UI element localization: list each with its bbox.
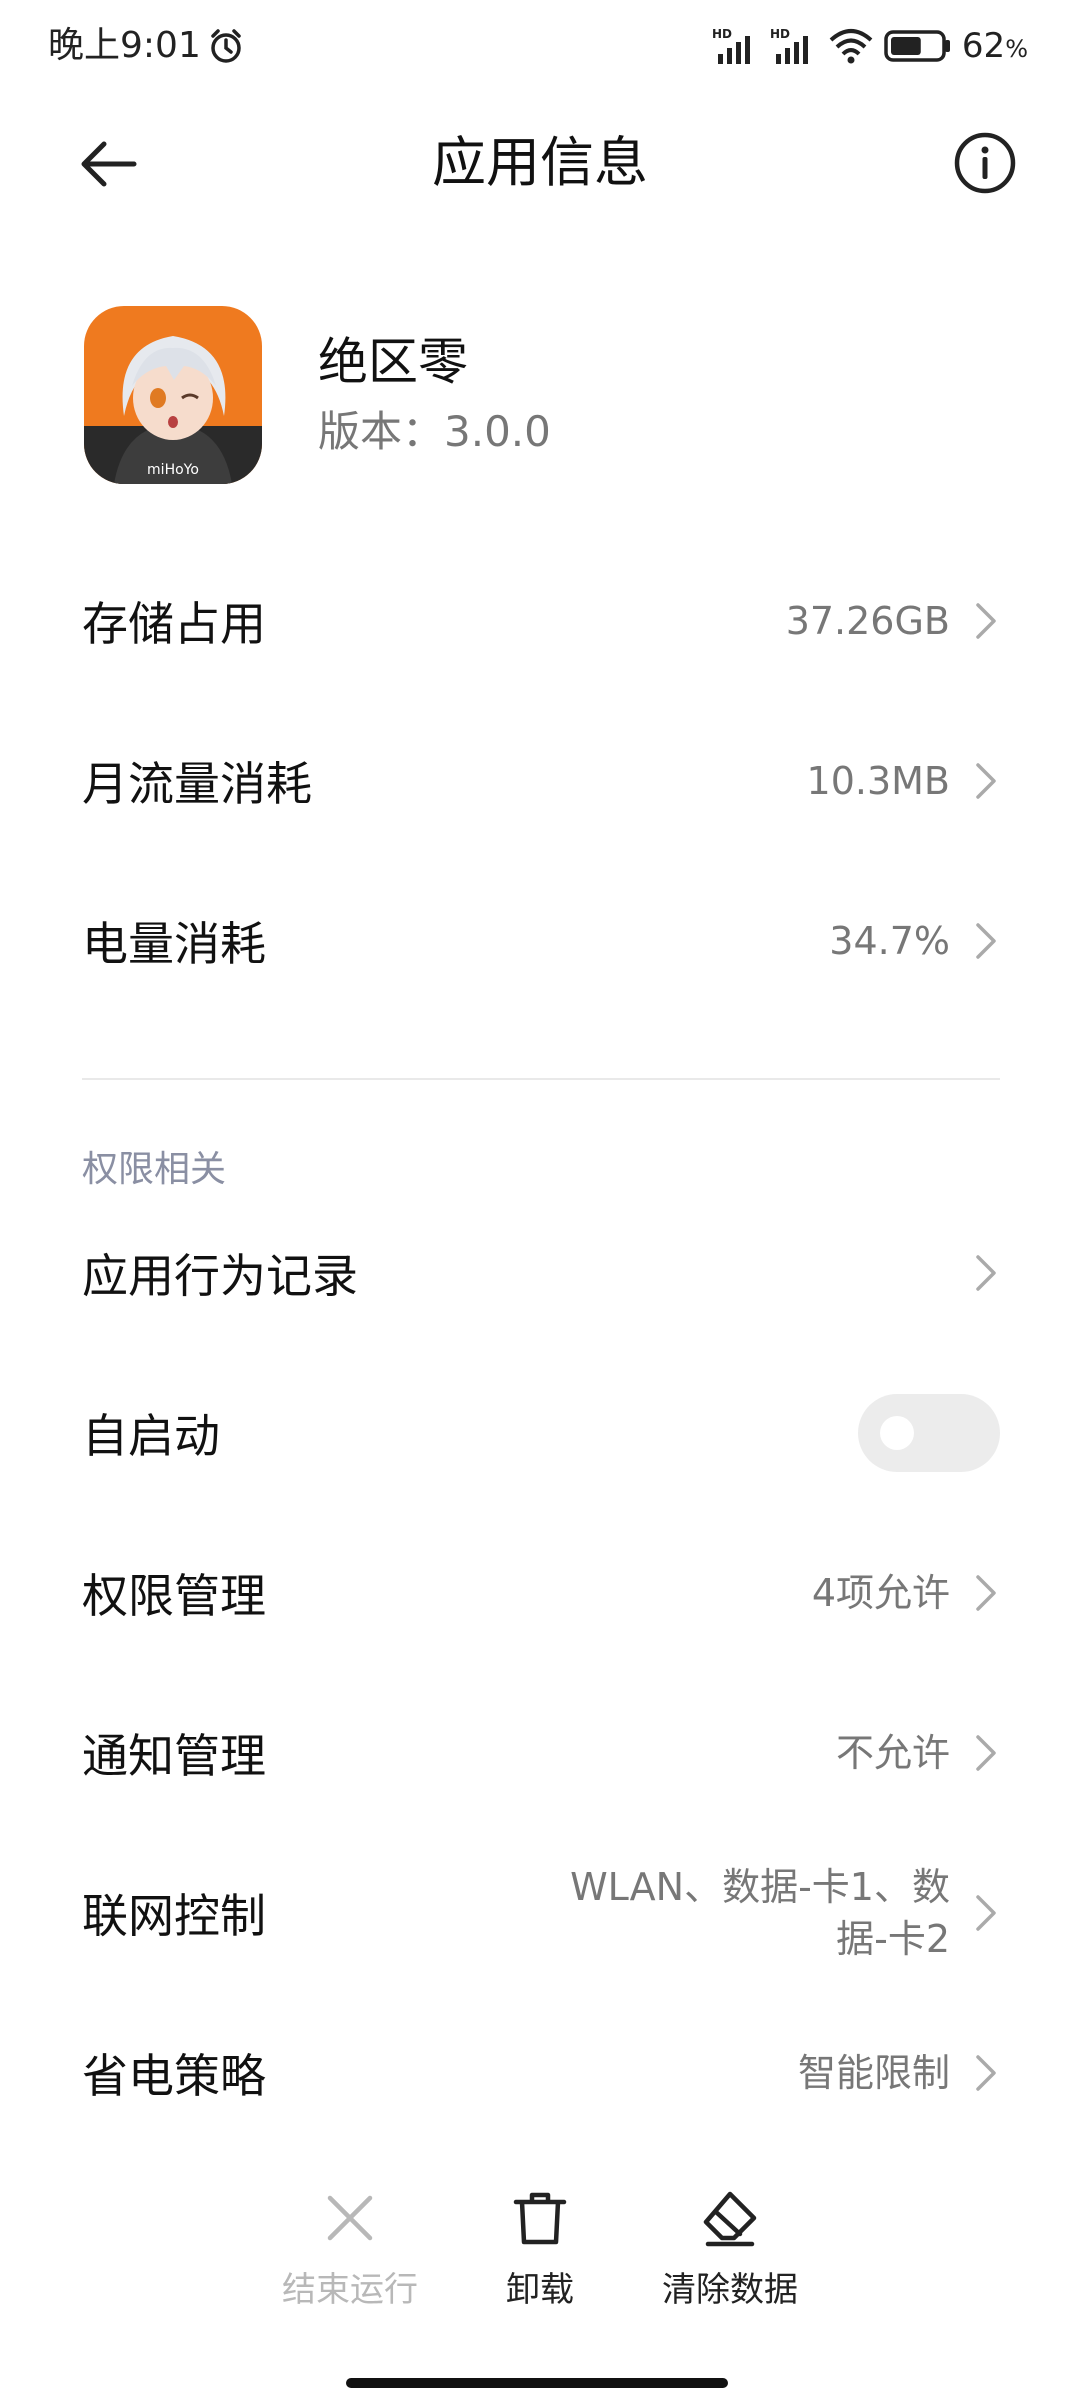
row-value: WLAN、数据-卡1、数 据-卡2 <box>570 1861 950 1965</box>
app-icon-brand: miHoYo <box>147 462 199 478</box>
row-network-control[interactable]: 联网控制 WLAN、数据-卡1、数 据-卡2 <box>0 1838 1080 1988</box>
info-icon[interactable] <box>952 130 1018 196</box>
status-bar-indicators: HD HD 62% <box>712 22 1028 70</box>
row-notification-management[interactable]: 通知管理 不允许 <box>0 1678 1080 1828</box>
row-value: 37.26GB <box>785 599 950 643</box>
chevron-right-icon <box>976 1895 996 1931</box>
row-value: 不允许 <box>835 1731 950 1775</box>
row-power-policy[interactable]: 省电策略 智能限制 <box>0 1998 1080 2148</box>
svg-text:HD: HD <box>770 27 790 41</box>
trash-icon <box>513 2192 567 2245</box>
row-value-line: WLAN、数据-卡1、数 <box>570 1865 950 1909</box>
row-monthly-data[interactable]: 月流量消耗 10.3MB <box>0 706 1080 856</box>
row-label: 应用行为记录 <box>82 1249 358 1303</box>
uninstall-label: 卸载 <box>506 2270 574 2310</box>
close-icon <box>327 2195 373 2241</box>
app-version: 版本：3.0.0 <box>318 407 551 456</box>
page-title: 应用信息 <box>432 131 648 194</box>
force-stop-button[interactable]: 结束运行 <box>250 2188 450 2318</box>
battery-percent: 62% <box>961 26 1028 66</box>
section-title: 权限相关 <box>82 1149 227 1190</box>
row-battery-usage[interactable]: 电量消耗 34.7% <box>0 866 1080 1016</box>
row-value: 4项允许 <box>811 1571 950 1615</box>
row-permission-management[interactable]: 权限管理 4项允许 <box>0 1518 1080 1668</box>
row-value: 10.3MB <box>806 759 950 803</box>
toggle-knob <box>880 1416 914 1450</box>
home-indicator[interactable] <box>346 2378 728 2388</box>
force-stop-label: 结束运行 <box>282 2270 418 2310</box>
row-value: 34.7% <box>829 919 950 963</box>
row-label: 省电策略 <box>82 2049 266 2103</box>
row-behavior-log[interactable]: 应用行为记录 <box>0 1198 1080 1348</box>
row-label: 月流量消耗 <box>82 757 312 811</box>
row-label: 通知管理 <box>82 1729 266 1783</box>
row-autostart: 自启动 <box>0 1358 1080 1508</box>
status-bar-time: 晚上9:01 <box>48 22 245 70</box>
row-label: 自启动 <box>82 1409 220 1463</box>
chevron-right-icon <box>976 1255 996 1291</box>
chevron-right-icon <box>976 1735 996 1771</box>
signal-hd-2-icon: HD <box>770 27 808 64</box>
clock-text: 晚上9:01 <box>48 25 201 66</box>
svg-text:HD: HD <box>712 27 732 41</box>
chevron-right-icon <box>976 1575 996 1611</box>
row-label: 联网控制 <box>82 1889 266 1943</box>
row-label: 电量消耗 <box>82 917 266 971</box>
chevron-right-icon <box>976 923 996 959</box>
clear-data-button[interactable]: 清除数据 <box>630 2188 830 2318</box>
chevron-right-icon <box>976 603 996 639</box>
row-label: 权限管理 <box>82 1569 266 1623</box>
row-value: 智能限制 <box>797 2051 950 2095</box>
chevron-right-icon <box>976 763 996 799</box>
clear-data-label: 清除数据 <box>662 2270 798 2310</box>
wifi-icon <box>829 29 873 64</box>
row-storage[interactable]: 存储占用 37.26GB <box>0 546 1080 696</box>
divider <box>82 1078 1000 1080</box>
app-name: 绝区零 <box>318 333 468 391</box>
app-icon: miHoYo <box>84 306 262 484</box>
uninstall-button[interactable]: 卸载 <box>440 2188 640 2318</box>
autostart-toggle[interactable] <box>858 1394 1000 1472</box>
eraser-icon <box>703 2191 757 2247</box>
chevron-right-icon <box>976 2055 996 2091</box>
row-value-line: 据-卡2 <box>836 1917 950 1961</box>
signal-hd-1-icon: HD <box>712 27 750 64</box>
row-label: 存储占用 <box>82 597 266 651</box>
battery-icon <box>884 30 950 62</box>
alarm-icon <box>211 29 241 63</box>
